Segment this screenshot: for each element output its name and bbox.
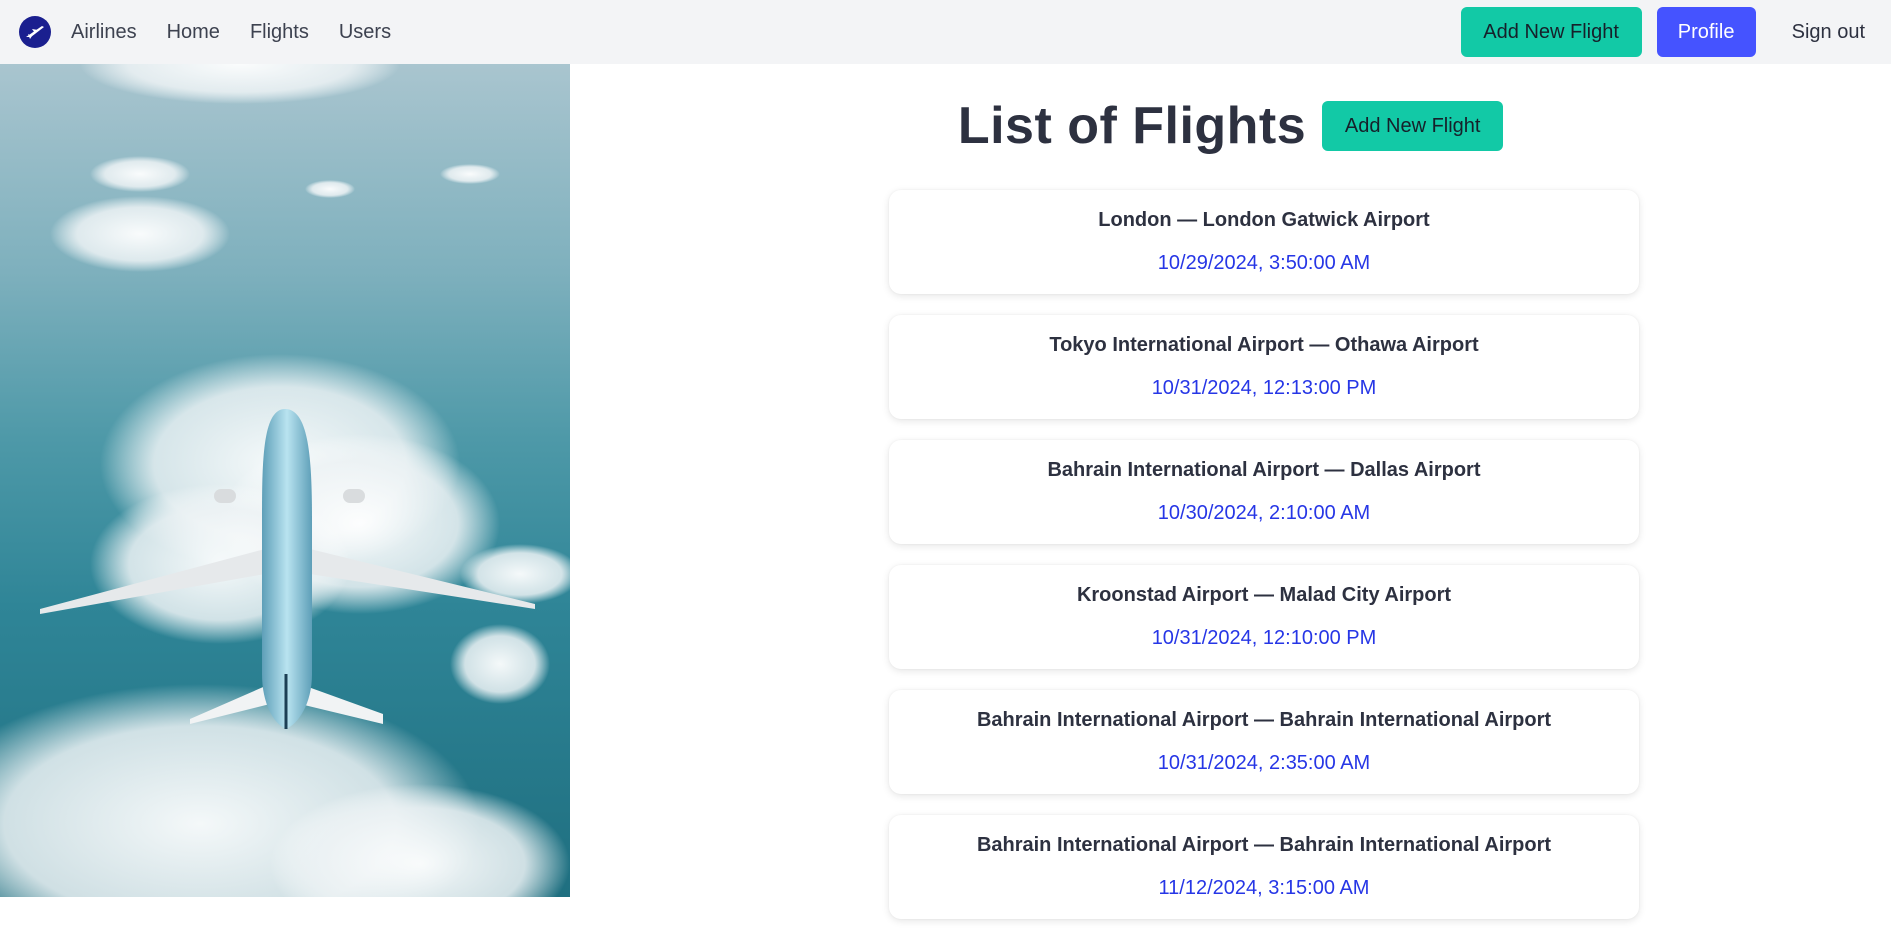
nav-link-flights[interactable]: Flights bbox=[250, 21, 309, 44]
flight-date: 10/30/2024, 2:10:00 AM bbox=[1157, 502, 1371, 524]
page-title: List of Flights bbox=[957, 97, 1307, 155]
flight-list: London — London Gatwick Airport 10/29/20… bbox=[889, 190, 1639, 940]
flight-card[interactable]: Kroonstad Airport — Malad City Airport 1… bbox=[889, 565, 1639, 669]
flight-date: 10/29/2024, 3:50:00 AM bbox=[1157, 252, 1371, 274]
nav-brand-airlines[interactable]: Airlines bbox=[71, 21, 137, 44]
top-navbar: Airlines Home Flights Users Add New Flig… bbox=[0, 0, 1891, 64]
flight-card[interactable]: Tokyo International Airport — Othawa Air… bbox=[889, 315, 1639, 419]
flight-route: London — London Gatwick Airport bbox=[1098, 209, 1430, 231]
sign-out-link[interactable]: Sign out bbox=[1792, 21, 1865, 44]
nav-add-new-flight-button[interactable]: Add New Flight bbox=[1460, 7, 1642, 57]
main-content: List of Flights Add New Flight London — … bbox=[570, 64, 1891, 919]
add-new-flight-button[interactable]: Add New Flight bbox=[1322, 101, 1504, 151]
flight-route: Bahrain International Airport — Dallas A… bbox=[1047, 459, 1481, 481]
flight-date: 10/31/2024, 2:35:00 AM bbox=[1157, 752, 1371, 774]
flight-route: Tokyo International Airport — Othawa Air… bbox=[1049, 334, 1479, 356]
flight-route: Kroonstad Airport — Malad City Airport bbox=[1076, 584, 1452, 606]
flight-card[interactable]: London — London Gatwick Airport 10/29/20… bbox=[889, 190, 1639, 294]
flight-card[interactable]: Bahrain International Airport — Bahrain … bbox=[889, 690, 1639, 794]
flight-card[interactable]: Bahrain International Airport — Bahrain … bbox=[889, 815, 1639, 919]
nav-link-users[interactable]: Users bbox=[339, 21, 391, 44]
flight-date: 10/31/2024, 12:10:00 PM bbox=[1151, 627, 1377, 649]
flight-route: Bahrain International Airport — Bahrain … bbox=[976, 834, 1552, 856]
flight-route: Bahrain International Airport — Bahrain … bbox=[976, 709, 1552, 731]
title-row: List of Flights Add New Flight bbox=[570, 96, 1891, 156]
nav-link-home[interactable]: Home bbox=[167, 21, 220, 44]
flight-date: 10/31/2024, 12:13:00 PM bbox=[1151, 377, 1377, 399]
flight-card[interactable]: Bahrain International Airport — Dallas A… bbox=[889, 440, 1639, 544]
profile-button[interactable]: Profile bbox=[1656, 7, 1756, 57]
plane-logo-icon[interactable] bbox=[18, 15, 52, 49]
hero-airplane-image bbox=[0, 64, 570, 897]
nav-actions: Add New Flight Profile Sign out bbox=[1460, 7, 1873, 57]
